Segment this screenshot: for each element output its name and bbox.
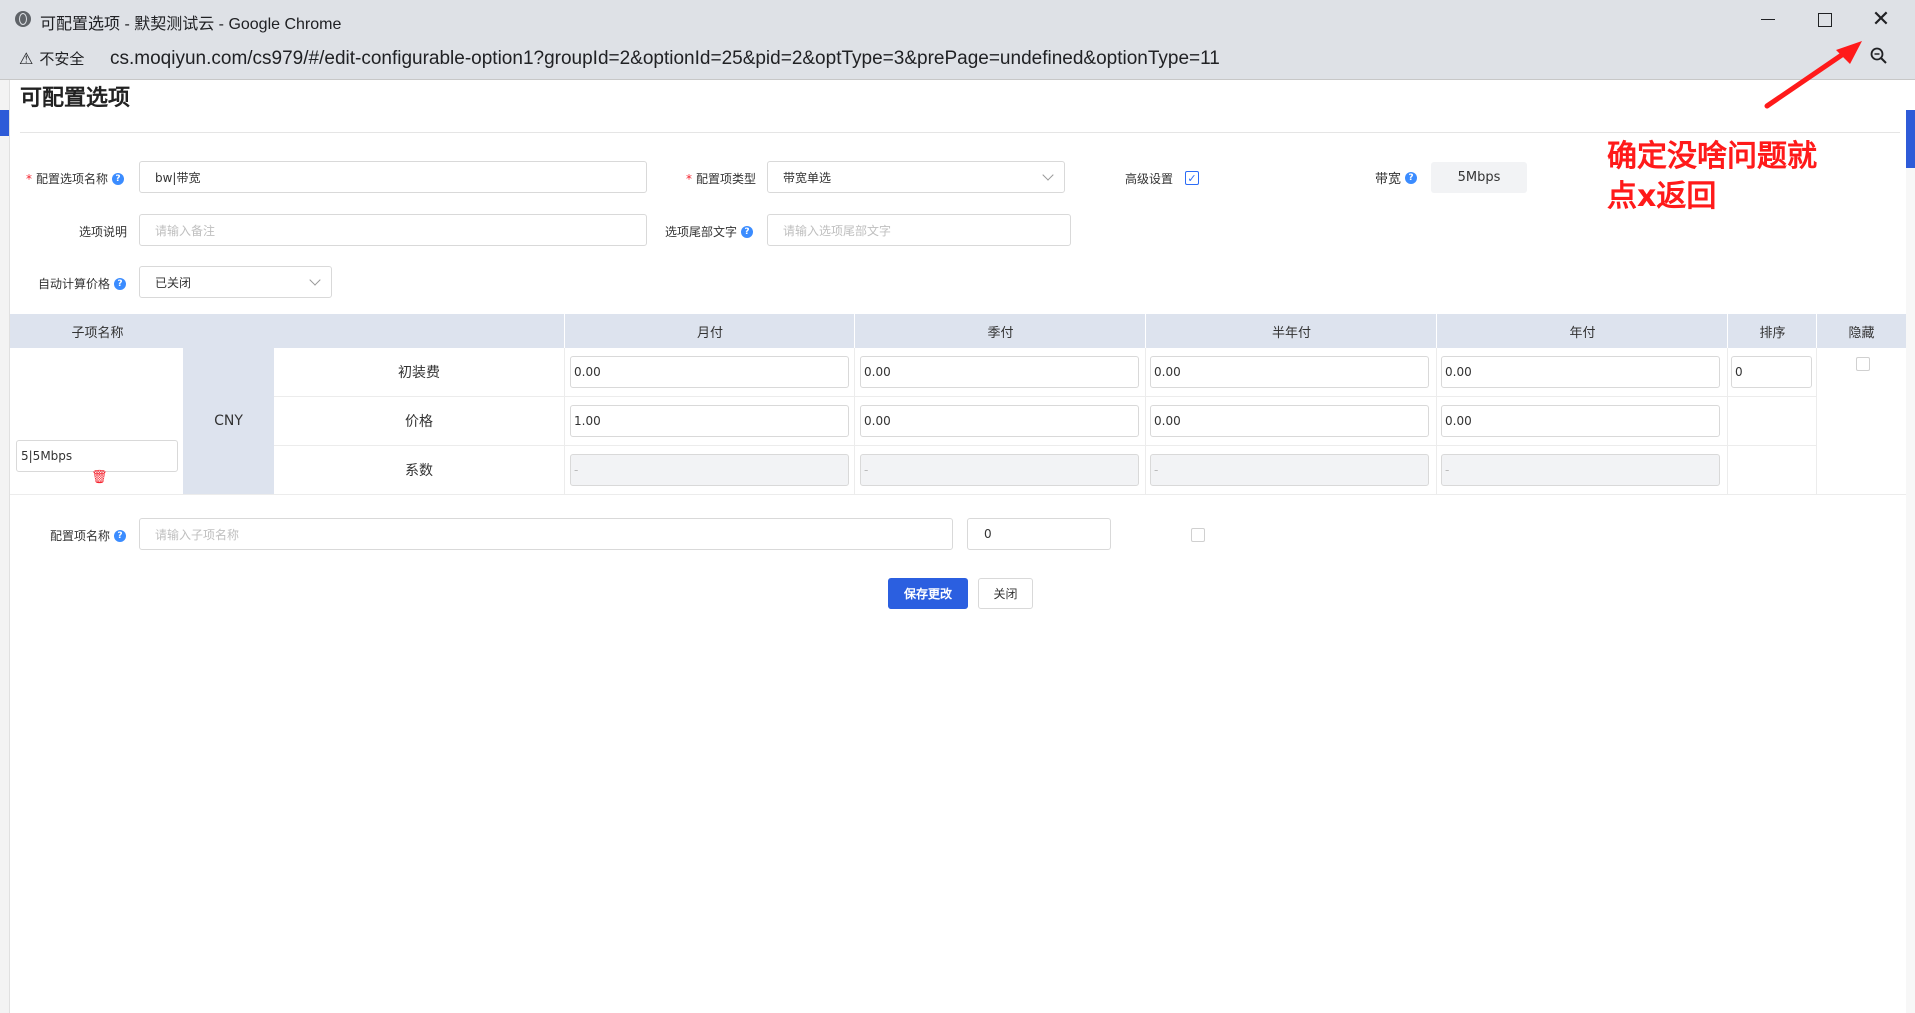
price-monthly-input[interactable]: 1.00 [570, 405, 849, 437]
option-type-label: * 配置项类型 [686, 171, 757, 187]
currency-cell: CNY [183, 348, 274, 494]
price-annual-input[interactable]: 0.00 [1441, 405, 1720, 437]
close-window-button[interactable]: ✕ [1853, 0, 1909, 39]
close-button[interactable]: 关闭 [978, 578, 1033, 609]
auto-price-label: 自动计算价格 ? [38, 275, 127, 292]
col-quarterly: 季付 [987, 325, 1014, 341]
coef-semiannual-input: - [1150, 454, 1429, 486]
divider [10, 494, 1906, 495]
divider [1816, 348, 1817, 494]
close-icon: ✕ [1871, 6, 1891, 32]
page-title: 可配置选项 [20, 86, 131, 111]
background-stripe [0, 110, 9, 136]
option-name-input[interactable]: bw|带宽 [139, 161, 647, 193]
window-title: 可配置选项 - 默契测试云 - Google Chrome [40, 16, 342, 33]
price-semiannual-input[interactable]: 0.00 [1150, 405, 1429, 437]
annotation-arrow-icon [1764, 41, 1862, 109]
globe-icon [15, 11, 31, 27]
col-sort: 排序 [1759, 325, 1786, 341]
coef-quarterly-input: - [860, 454, 1139, 486]
help-icon[interactable]: ? [112, 172, 125, 185]
delete-icon[interactable]: 🗑 [91, 470, 108, 485]
divider [1816, 314, 1817, 348]
setup-semiannual-input[interactable]: 0.00 [1150, 356, 1429, 388]
new-item-name-input[interactable]: 请输入子项名称 [139, 518, 953, 550]
auto-price-select[interactable]: 已关闭 [139, 266, 332, 298]
row-label-price: 价格 [405, 413, 433, 430]
zoom-icon[interactable] [1870, 47, 1888, 70]
coef-monthly-input: - [570, 454, 849, 486]
suffix-text-input[interactable]: 请输入选项尾部文字 [767, 214, 1071, 246]
divider [564, 348, 565, 494]
maximize-button[interactable] [1797, 0, 1853, 39]
help-icon[interactable]: ? [741, 225, 754, 238]
warning-icon: ⚠ [19, 50, 34, 68]
divider [1727, 348, 1728, 494]
minimize-button[interactable] [1740, 0, 1796, 39]
option-type-select[interactable]: 带宽单选 [767, 161, 1065, 193]
bandwidth-value: 5Mbps [1431, 162, 1527, 193]
help-icon[interactable]: ? [114, 277, 127, 290]
bandwidth-label: 带宽 ? [1375, 168, 1418, 187]
col-hidden: 隐藏 [1848, 325, 1875, 341]
suffix-text-label: 选项尾部文字 ? [665, 223, 754, 240]
maximize-icon [1818, 12, 1832, 27]
annotation-text: 确定没啥问题就 点x返回 [1607, 139, 1817, 214]
divider [1145, 314, 1146, 348]
chevron-down-icon [1042, 169, 1054, 181]
security-label: 不安全 [39, 51, 85, 68]
option-name-label: * 配置选项名称 ? [26, 170, 125, 187]
coef-annual-input: - [1441, 454, 1720, 486]
divider [854, 348, 855, 494]
divider [1145, 348, 1146, 494]
col-monthly: 月付 [696, 325, 723, 341]
divider [1436, 314, 1437, 348]
address-bar: ⚠ 不安全 cs.moqiyun.com/cs979/#/edit-config… [0, 39, 1915, 80]
divider [1436, 348, 1437, 494]
url-text[interactable]: cs.moqiyun.com/cs979/#/edit-configurable… [110, 48, 1220, 70]
description-label: 选项说明 [79, 225, 128, 239]
save-button[interactable]: 保存更改 [888, 578, 968, 609]
window-titlebar: 可配置选项 - 默契测试云 - Google Chrome ✕ [0, 0, 1915, 39]
col-sub-name: 子项名称 [71, 325, 124, 341]
setup-quarterly-input[interactable]: 0.00 [860, 356, 1139, 388]
divider [854, 314, 855, 348]
table-header: 子项名称 月付 季付 半年付 年付 排序 隐藏 [10, 314, 1906, 348]
row-label-setup: 初装费 [398, 365, 440, 381]
minimize-icon [1761, 18, 1775, 21]
help-icon[interactable]: ? [1405, 171, 1418, 184]
price-quarterly-input[interactable]: 0.00 [860, 405, 1139, 437]
required-mark: * [26, 171, 32, 186]
new-item-label: 配置项名称 ? [50, 527, 127, 544]
sub-item-name-input[interactable]: 5|5Mbps [16, 440, 178, 472]
col-semiannual: 半年付 [1271, 325, 1311, 341]
page-right-edge [1906, 168, 1915, 1013]
col-annual: 年付 [1569, 325, 1596, 341]
advanced-settings-checkbox[interactable]: ✓ [1185, 171, 1199, 185]
required-mark: * [686, 171, 692, 186]
background-stripe [1906, 110, 1915, 168]
setup-annual-input[interactable]: 0.00 [1441, 356, 1720, 388]
divider [20, 132, 1900, 133]
divider [1727, 314, 1728, 348]
hidden-checkbox[interactable] [1856, 357, 1870, 371]
description-input[interactable]: 请输入备注 [139, 214, 647, 246]
advanced-settings-label: 高级设置 [1125, 172, 1174, 186]
check-icon: ✓ [1187, 171, 1197, 185]
security-indicator[interactable]: ⚠ 不安全 [19, 48, 84, 69]
divider [564, 314, 565, 348]
chevron-down-icon [309, 274, 321, 286]
new-item-sort-input[interactable]: 0 [967, 518, 1111, 550]
row-label-coef: 系数 [405, 462, 433, 479]
new-item-hidden-checkbox[interactable] [1191, 528, 1205, 542]
sort-input[interactable]: 0 [1731, 356, 1812, 388]
page-left-edge [0, 80, 10, 1013]
help-icon[interactable]: ? [114, 529, 127, 542]
setup-monthly-input[interactable]: 0.00 [570, 356, 849, 388]
